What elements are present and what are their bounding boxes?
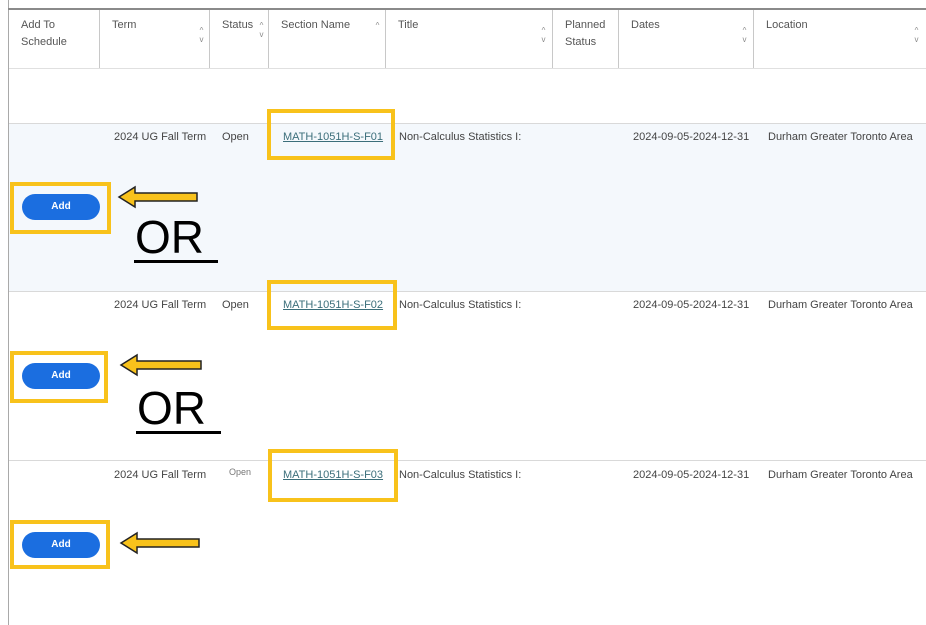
or-annotation: OR: [135, 211, 204, 263]
section-name-link[interactable]: MATH-1051H-S-F03: [283, 468, 383, 482]
term-cell: 2024 UG Fall Term: [114, 469, 207, 481]
title-cell: Non-Calculus Statistics I:: [399, 299, 522, 311]
dates-cell: 2024-09-05-2024-12-31: [633, 299, 750, 311]
location-cell: Durham Greater Toronto Area: [768, 299, 913, 311]
header-label: Location: [766, 19, 808, 31]
add-button[interactable]: Add: [22, 194, 100, 220]
status-cell: Open: [229, 467, 252, 477]
title-cell: Non-Calculus Statistics I:: [399, 131, 522, 143]
or-underline: [134, 260, 218, 263]
section-name-link[interactable]: MATH-1051H-S-F02: [283, 298, 383, 312]
header-label: Dates: [631, 19, 660, 31]
sort-arrows-icon[interactable]: ^ v: [539, 27, 548, 51]
column-header-planned-status[interactable]: Planned Status: [553, 10, 619, 68]
or-underline: [136, 431, 221, 434]
sort-arrows-icon[interactable]: ^: [373, 22, 382, 46]
add-button[interactable]: Add: [22, 363, 100, 389]
row-divider: [9, 123, 926, 124]
header-divider: [9, 68, 926, 69]
header-label-line2: Schedule: [21, 36, 67, 48]
status-cell: Open: [222, 299, 249, 311]
header-label-line1: Planned: [565, 19, 606, 31]
term-cell: 2024 UG Fall Term: [114, 299, 207, 311]
section-name-link[interactable]: MATH-1051H-S-F01: [283, 130, 383, 144]
row-divider: [9, 460, 926, 461]
column-header-location[interactable]: Location ^ v: [754, 10, 926, 68]
column-header-term[interactable]: Term ^ v: [100, 10, 210, 68]
sort-arrows-icon[interactable]: ^ v: [912, 27, 921, 51]
left-arrow-icon: [117, 185, 198, 209]
dates-cell: 2024-09-05-2024-12-31: [633, 131, 750, 143]
location-cell: Durham Greater Toronto Area: [768, 469, 913, 481]
dates-cell: 2024-09-05-2024-12-31: [633, 469, 750, 481]
header-label-line1: Add To: [21, 19, 56, 31]
sort-arrows-icon[interactable]: ^ v: [740, 27, 749, 51]
header-label: Title: [398, 19, 419, 31]
table-header: Add To Schedule Term ^ v Status ^ v Sectio…: [9, 10, 926, 68]
add-button[interactable]: Add: [22, 532, 100, 558]
left-arrow-icon: [119, 531, 200, 555]
location-cell: Durham Greater Toronto Area: [768, 131, 913, 143]
or-annotation: OR: [137, 382, 206, 434]
title-cell: Non-Calculus Statistics I:: [399, 469, 522, 481]
column-header-section-name[interactable]: Section Name ^: [269, 10, 386, 68]
term-cell: 2024 UG Fall Term: [114, 131, 207, 143]
header-label-line2: Status: [565, 36, 597, 48]
header-label: Term: [112, 19, 137, 31]
column-header-add-to-schedule: Add To Schedule: [9, 10, 100, 68]
sort-arrows-icon[interactable]: ^ v: [257, 22, 266, 46]
status-cell: Open: [222, 131, 249, 143]
header-label: Section Name: [281, 19, 351, 31]
column-header-status[interactable]: Status ^ v: [210, 10, 269, 68]
left-arrow-icon: [119, 353, 202, 377]
row-divider: [9, 291, 926, 292]
column-header-title[interactable]: Title ^ v: [386, 10, 553, 68]
sort-arrows-icon[interactable]: ^ v: [197, 27, 206, 51]
column-header-dates[interactable]: Dates ^ v: [619, 10, 754, 68]
